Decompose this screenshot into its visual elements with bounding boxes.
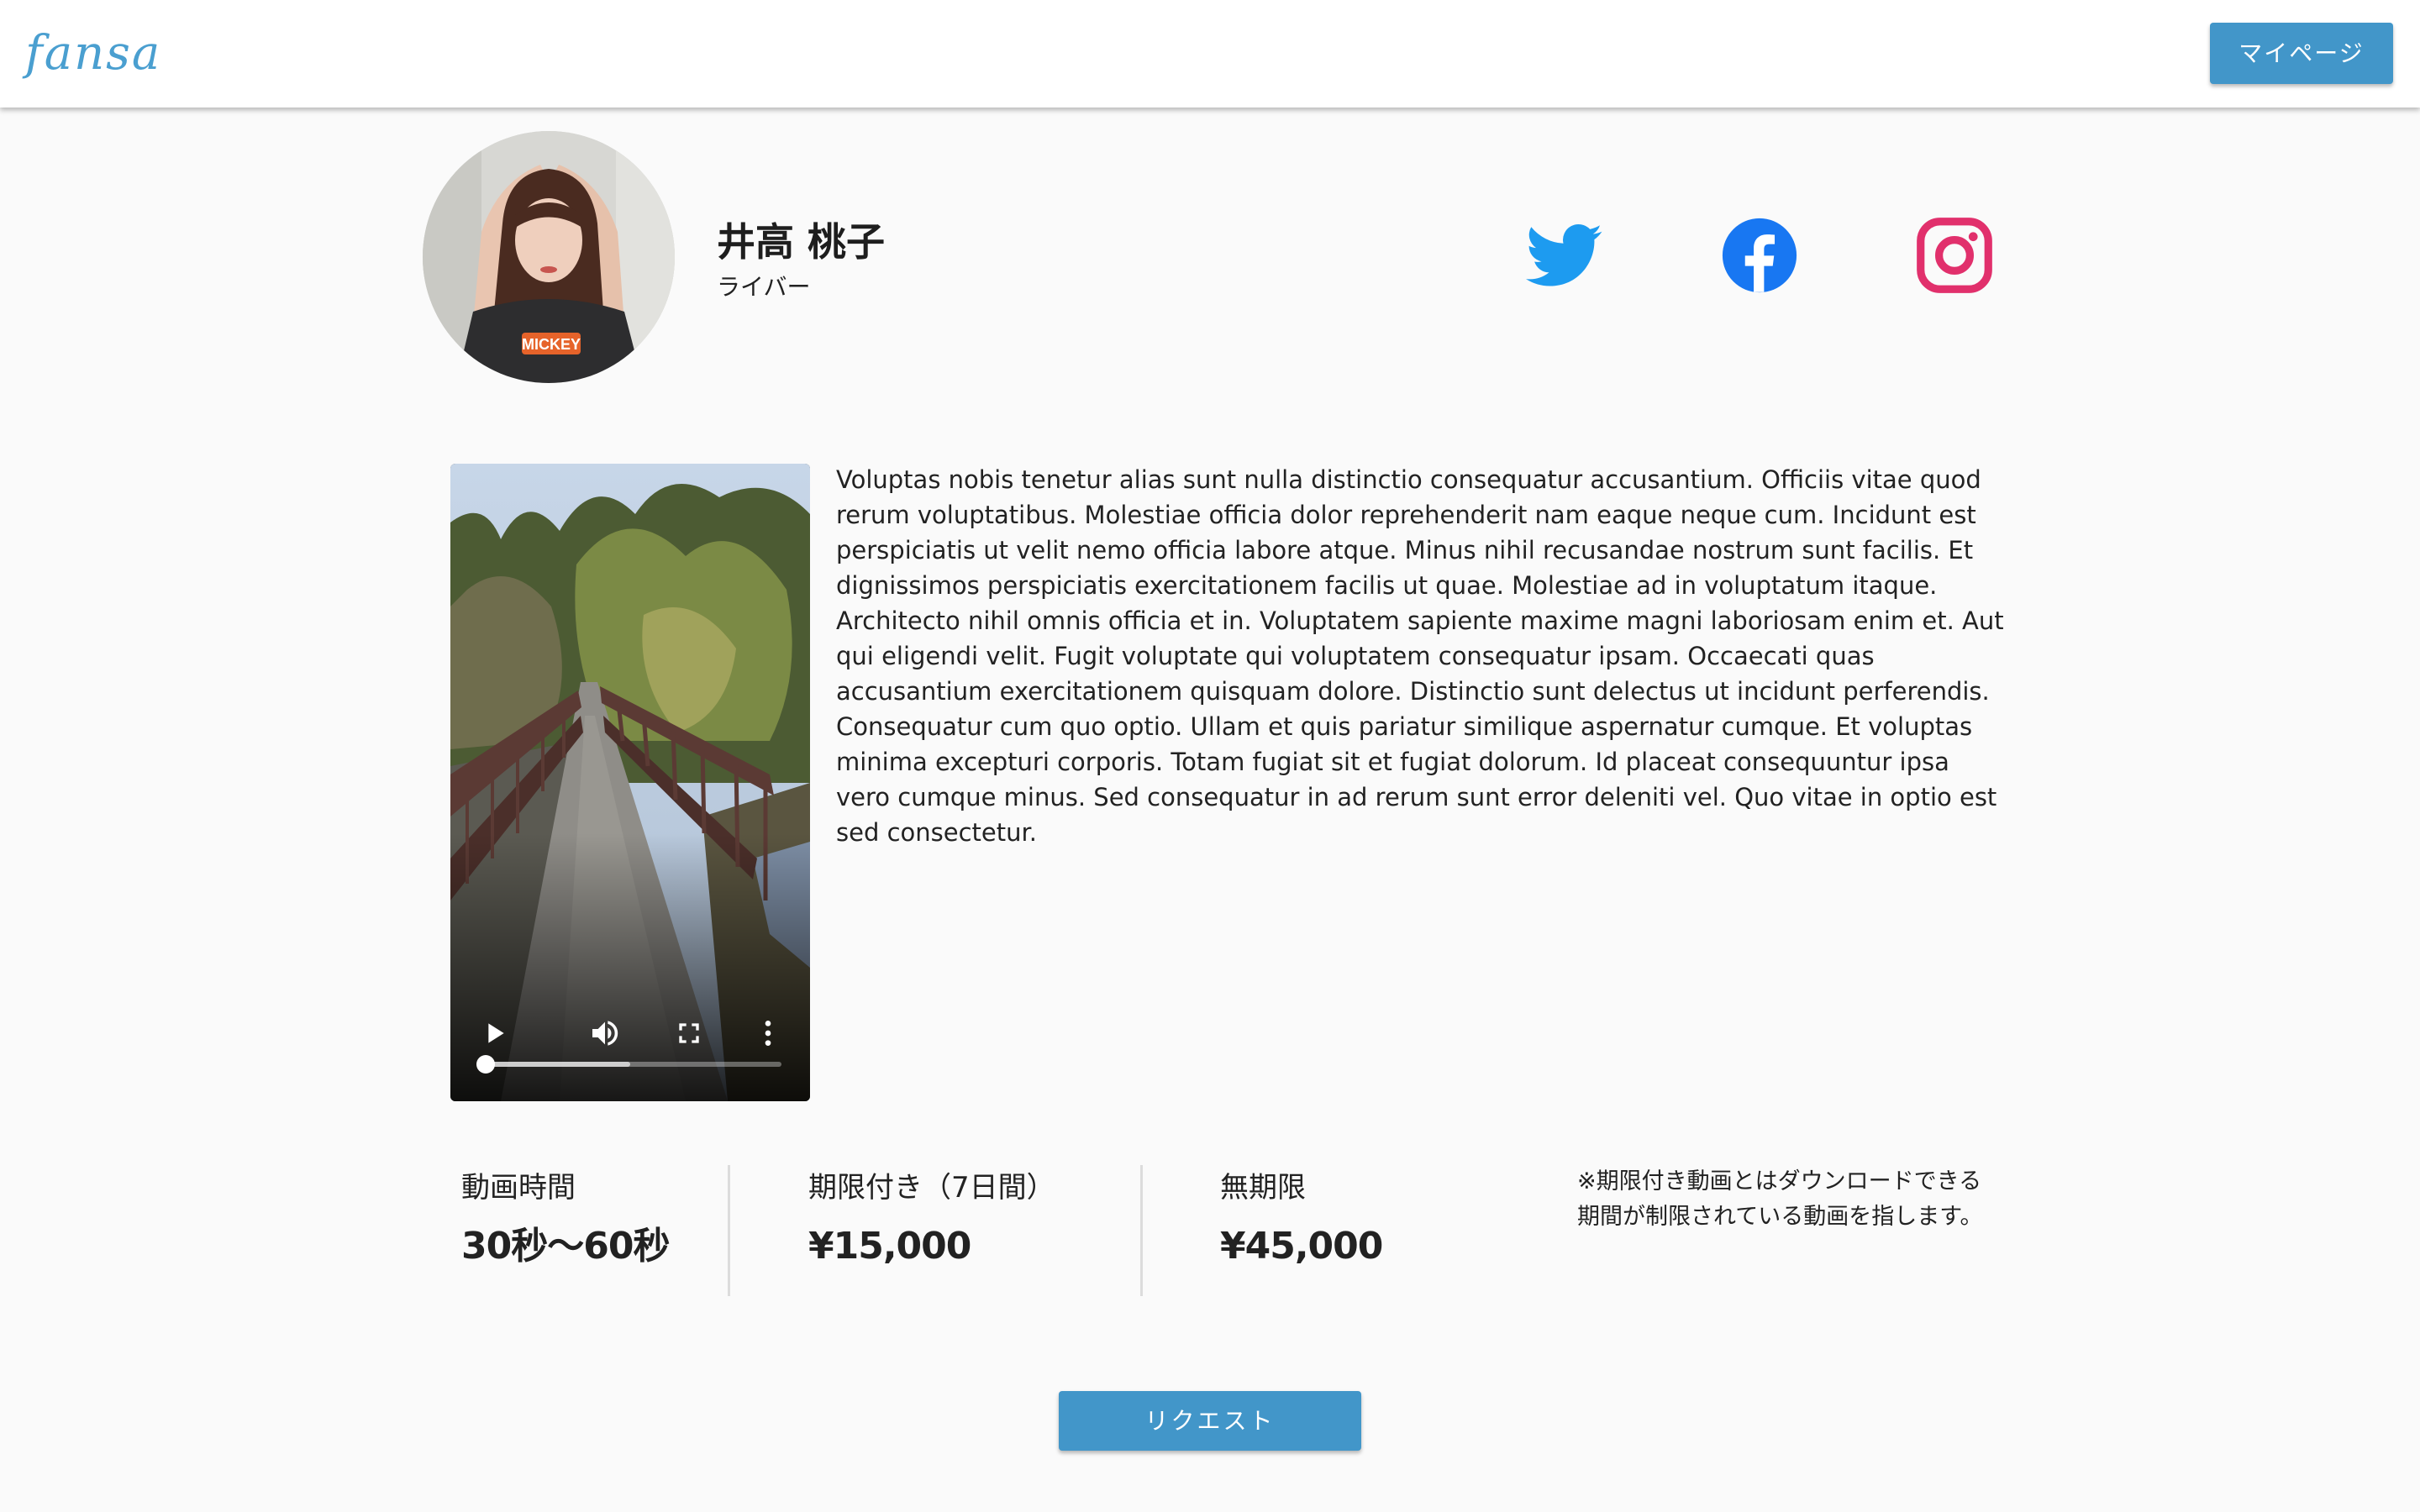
unlimited-label: 無期限 (1220, 1171, 1306, 1205)
profile-name: 井高 桃子 (717, 219, 886, 265)
video-player[interactable] (450, 464, 810, 1101)
fullscreen-icon (679, 1023, 699, 1043)
unlimited-price: ¥45,000 (1220, 1225, 1383, 1268)
twitter-link[interactable] (1526, 217, 1603, 294)
twitter-icon (1526, 223, 1602, 286)
more-options-icon (765, 1021, 771, 1046)
app-header: fansa マイページ (0, 0, 2420, 108)
mypage-button[interactable]: マイページ (2210, 23, 2393, 84)
video-frame (450, 464, 810, 1101)
volume-icon (592, 1021, 618, 1046)
creator-description: Voluptas nobis tenetur alias sunt nulla … (836, 465, 2004, 847)
play-icon (488, 1023, 504, 1043)
video-progress-bar[interactable] (476, 1055, 781, 1074)
instagram-link[interactable] (1916, 217, 1993, 294)
svg-text:MICKEY: MICKEY (522, 336, 581, 353)
limited-price: ¥15,000 (808, 1225, 971, 1268)
instagram-icon (1917, 218, 1992, 293)
play-button[interactable] (477, 1016, 511, 1050)
volume-button[interactable] (588, 1016, 622, 1050)
stat-divider (1140, 1165, 1143, 1296)
video-scrubber-handle[interactable] (476, 1055, 495, 1074)
fullscreen-button[interactable] (672, 1016, 706, 1050)
limited-label: 期限付き（7日間） (808, 1171, 1055, 1205)
avatar-photo: MICKEY (423, 131, 675, 383)
limited-video-note: ※期限付き動画とはダウンロードできる期間が制限されている動画を指します。 (1577, 1168, 1983, 1230)
profile-role: ライバー (717, 273, 811, 301)
duration-value: 30秒〜60秒 (461, 1225, 670, 1268)
duration-label: 動画時間 (461, 1171, 576, 1205)
request-button[interactable]: リクエスト (1059, 1391, 1361, 1451)
facebook-icon (1722, 218, 1797, 293)
stat-divider (728, 1165, 730, 1296)
more-options-button[interactable] (751, 1016, 785, 1050)
facebook-link[interactable] (1721, 217, 1798, 294)
profile-avatar: MICKEY (423, 131, 675, 383)
fansa-logo[interactable]: fansa (25, 22, 161, 86)
video-buffered-bar (486, 1062, 631, 1067)
